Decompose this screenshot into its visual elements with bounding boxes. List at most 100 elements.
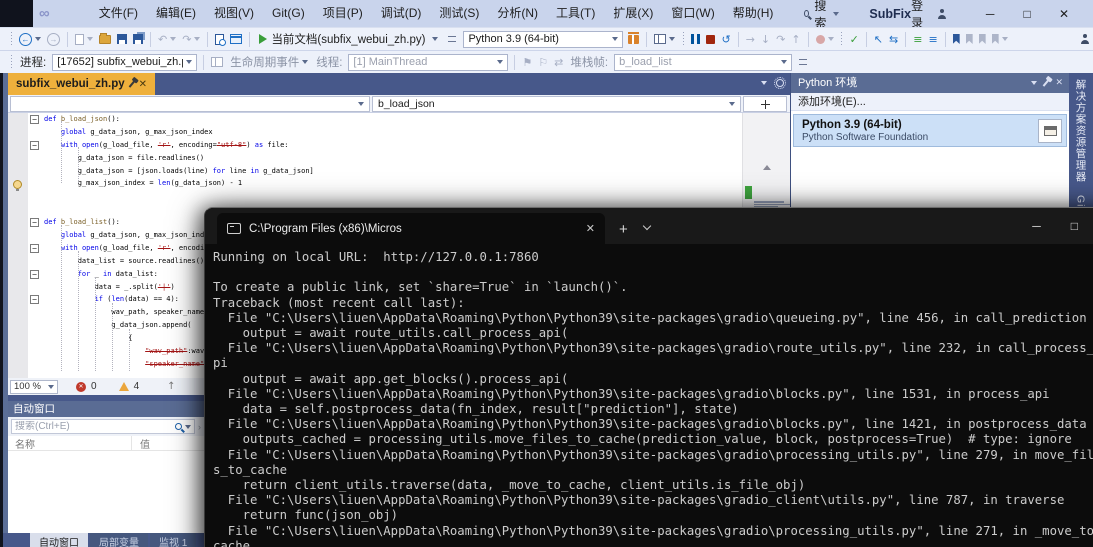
new-tab-button[interactable]: + (619, 221, 628, 238)
type-dropdown[interactable] (10, 96, 370, 112)
open-folder-icon[interactable] (96, 29, 114, 49)
gift-icon[interactable] (625, 29, 642, 49)
menu-item-10[interactable]: 窗口(W) (662, 0, 723, 27)
undo-icon[interactable]: ↶ (155, 29, 179, 49)
warning-icon[interactable] (119, 382, 129, 391)
tool-window-tab-2[interactable]: 监视 1 (150, 533, 196, 547)
flag-icon[interactable]: ⚑ (519, 52, 535, 72)
step-out-icon[interactable]: ↑ (788, 29, 803, 49)
terminal-window[interactable]: C:\Program Files (x86)\Micros ✕ + ─ □ Ru… (204, 207, 1093, 547)
tab-list-chevron-icon[interactable] (761, 81, 767, 85)
start-debug-button[interactable]: 当前文档(subfix_webui_zh.py) (254, 31, 443, 47)
tool-window-tab-1[interactable]: 局部变量 (90, 533, 148, 547)
terminal-output[interactable]: Running on local URL: http://127.0.0.1:7… (205, 244, 1093, 547)
error-icon[interactable] (76, 382, 86, 392)
fold-collapse-icon[interactable] (30, 244, 39, 253)
gear-icon[interactable] (776, 79, 784, 87)
window-menu-chevron-icon[interactable] (1031, 81, 1037, 85)
pointer-select-icon[interactable]: ↖ (871, 29, 886, 49)
menu-item-5[interactable]: 调试(D) (372, 0, 431, 27)
menu-item-4[interactable]: 项目(P) (314, 0, 372, 27)
menu-item-3[interactable]: Git(G) (263, 0, 314, 27)
user-icon[interactable] (937, 9, 943, 19)
terminal-tab-active[interactable]: C:\Program Files (x86)\Micros ✕ (217, 213, 605, 244)
prev-bookmark-icon[interactable] (963, 29, 976, 49)
column-header-value[interactable]: 值 (132, 436, 150, 451)
browser-icon[interactable] (227, 29, 245, 49)
minimize-button[interactable]: ─ (979, 7, 1001, 21)
prev-issue-icon[interactable]: ↑ (167, 381, 175, 392)
autos-search-box[interactable] (11, 419, 195, 434)
fold-collapse-icon[interactable] (30, 295, 39, 304)
autos-title[interactable]: 自动窗口 (8, 401, 204, 417)
split-window-button[interactable] (743, 96, 787, 112)
search-box[interactable]: 搜索 (798, 0, 845, 31)
pause-icon[interactable] (688, 29, 703, 49)
maximize-button[interactable]: □ (1016, 7, 1038, 21)
step-into-icon[interactable]: ↓ (758, 29, 773, 49)
tool-window-tab-0[interactable]: 自动窗口 (30, 533, 88, 547)
indent-icon[interactable]: ≡ (910, 29, 925, 49)
add-environment-link[interactable]: 添加环境(E)... (791, 93, 1069, 111)
menu-item-2[interactable]: 视图(V) (205, 0, 263, 27)
pin-icon[interactable] (1043, 79, 1050, 86)
menu-item-9[interactable]: 扩展(X) (604, 0, 662, 27)
member-dropdown[interactable]: b_load_json (372, 96, 741, 112)
editor-tab-active[interactable]: subfix_webui_zh.py ✕ (8, 73, 155, 95)
scroll-up-icon[interactable] (763, 165, 771, 170)
minimize-button[interactable]: ─ (1032, 219, 1041, 233)
show-next-statement-icon[interactable]: → (743, 29, 758, 49)
new-file-icon[interactable] (72, 29, 96, 49)
auto-hide-tab-0[interactable]: 解决方案资源管理器 (1074, 79, 1089, 183)
python-version-combo[interactable]: Python 3.9 (64-bit) (463, 31, 623, 48)
fold-collapse-icon[interactable] (30, 270, 39, 279)
tab-close-icon[interactable]: ✕ (586, 222, 595, 235)
flag-outline-icon[interactable]: ⚐ (535, 52, 551, 72)
window-layout-icon[interactable] (651, 29, 678, 49)
menu-item-8[interactable]: 工具(T) (547, 0, 604, 27)
menu-item-0[interactable]: 文件(F) (90, 0, 147, 27)
maximize-button[interactable]: □ (1071, 219, 1078, 233)
bookmark-icon[interactable] (950, 29, 963, 49)
fold-collapse-icon[interactable] (30, 115, 39, 124)
fold-collapse-icon[interactable] (30, 218, 39, 227)
save-all-icon[interactable] (130, 29, 146, 49)
back-icon[interactable] (16, 29, 44, 49)
sign-in-button[interactable]: 登录 (911, 0, 927, 31)
redo-icon[interactable]: ↷ (179, 29, 203, 49)
toolbar-overflow-icon[interactable]: › (198, 422, 201, 432)
search-input[interactable] (15, 421, 172, 432)
spell-check-icon[interactable]: ✓ (847, 29, 862, 49)
save-icon[interactable] (114, 29, 130, 49)
tab-close-icon[interactable]: ✕ (139, 79, 147, 90)
menu-item-1[interactable]: 编辑(E) (147, 0, 205, 27)
lifecycle-events-icon[interactable] (208, 52, 226, 72)
step-over-icon[interactable]: ↷ (773, 29, 788, 49)
breakpoint-settings-icon[interactable] (813, 29, 837, 49)
swap-lines-icon[interactable]: ⇆ (886, 29, 901, 49)
menu-item-7[interactable]: 分析(N) (488, 0, 547, 27)
next-bookmark-icon[interactable] (976, 29, 989, 49)
menu-item-11[interactable]: 帮助(H) (724, 0, 783, 27)
stop-icon[interactable] (703, 29, 718, 49)
panel-title-bar[interactable]: Python 环境 ✕ (791, 73, 1069, 93)
tab-dropdown-chevron-icon[interactable] (644, 216, 650, 234)
restart-icon[interactable]: ↺ (718, 29, 733, 49)
menu-item-6[interactable]: 测试(S) (430, 0, 488, 27)
environment-list-item-selected[interactable]: Python 3.9 (64-bit) Python Software Foun… (793, 114, 1067, 147)
chevron-down-icon[interactable] (185, 425, 191, 429)
clear-bookmarks-icon[interactable] (989, 29, 1011, 49)
fold-collapse-icon[interactable] (30, 141, 39, 150)
outdent-icon[interactable]: ≡ (925, 29, 940, 49)
find-in-code-icon[interactable] (212, 29, 227, 49)
switch-thread-icon[interactable]: ⇄ (551, 52, 566, 72)
column-header-name[interactable]: 名称 (8, 436, 132, 451)
close-icon[interactable]: ✕ (1055, 78, 1063, 86)
zoom-dropdown[interactable]: 100 % (10, 380, 58, 394)
open-interactive-window-button[interactable] (1038, 119, 1062, 143)
forward-icon[interactable] (44, 29, 63, 49)
send-feedback-icon[interactable] (1077, 29, 1093, 49)
close-button[interactable]: ✕ (1053, 7, 1075, 21)
thread-combo[interactable]: [1] MainThread (348, 54, 508, 71)
stack-frame-combo[interactable]: b_load_list (614, 54, 792, 71)
